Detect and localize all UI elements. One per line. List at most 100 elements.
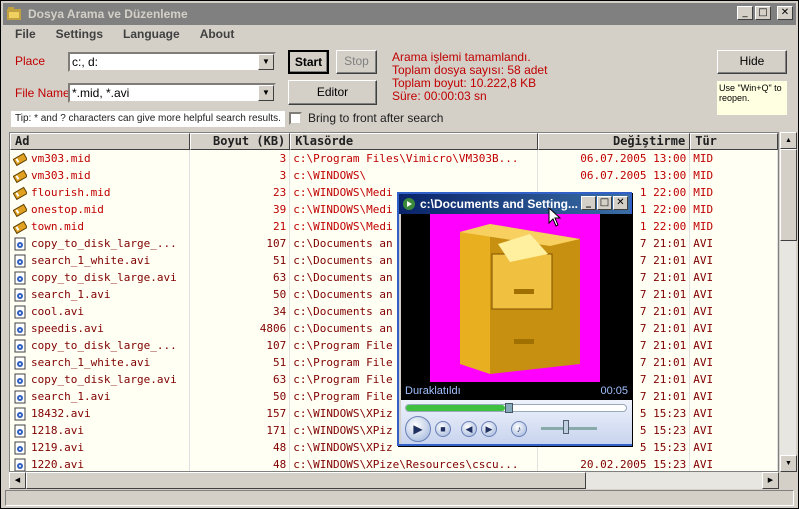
- cell-type: AVI: [690, 388, 778, 405]
- volume-handle[interactable]: [563, 420, 570, 434]
- menu-settings[interactable]: Settings: [44, 26, 111, 43]
- speaker-icon[interactable]: ♪: [511, 421, 527, 437]
- cell-type: AVI: [690, 371, 778, 388]
- video-file-icon: [14, 339, 26, 352]
- cell-date: 06.07.2005 13:00: [538, 167, 691, 184]
- table-row[interactable]: copy_to_disk_large.avi 63 c:\Documents an 7…: [10, 269, 778, 286]
- table-row[interactable]: search_1_white.avi 51 c:\Program File 7 21:…: [10, 354, 778, 371]
- table-row[interactable]: search_1.avi 50 c:\Program File 7 21:01 AVI: [10, 388, 778, 405]
- search-status: Arama işlemi tamamlandı. Toplam dosya sa…: [392, 51, 547, 103]
- cell-type: AVI: [690, 320, 778, 337]
- bring-front-label: Bring to front after search: [308, 111, 444, 125]
- column-header-type[interactable]: Tür: [690, 133, 778, 150]
- stop-icon[interactable]: ■: [435, 421, 451, 437]
- title-bar[interactable]: Dosya Arama ve Düzenleme _ □ ✕: [3, 3, 796, 25]
- column-header-size[interactable]: Boyut (KB): [189, 133, 291, 150]
- chevron-down-icon[interactable]: ▼: [258, 85, 274, 101]
- table-row[interactable]: flourish.mid 23 c:\WINDOWS\Medi 1 22:00 MID: [10, 184, 778, 201]
- file-name: 1219.avi: [31, 441, 84, 454]
- file-name: 1218.avi: [31, 424, 84, 437]
- table-row[interactable]: 1219.avi 48 c:\WINDOWS\XPiz 5 15:23 AVI: [10, 439, 778, 456]
- cell-name: copy_to_disk_large_...: [10, 235, 190, 252]
- chevron-down-icon[interactable]: ▼: [258, 54, 274, 70]
- menu-about[interactable]: About: [188, 26, 243, 43]
- table-row[interactable]: vm303.mid 3 c:\WINDOWS\ 06.07.2005 13:00 MID: [10, 167, 778, 184]
- hide-button[interactable]: Hide: [717, 50, 787, 74]
- checkbox-box[interactable]: [289, 111, 302, 125]
- previous-icon[interactable]: ◀: [461, 421, 477, 437]
- editor-button[interactable]: Editor: [288, 80, 377, 105]
- place-value: c:, d:: [72, 55, 99, 69]
- bring-front-checkbox[interactable]: Bring to front after search: [289, 111, 443, 125]
- video-frame: [430, 214, 600, 382]
- cell-date: 06.07.2005 13:00: [538, 150, 691, 167]
- scroll-up-icon[interactable]: ▲: [780, 132, 797, 149]
- scroll-thumb[interactable]: [780, 149, 797, 241]
- search-tip: Tip: * and ? characters can give more he…: [11, 111, 285, 127]
- video-area[interactable]: [401, 214, 632, 382]
- table-body: vm303.mid 3 c:\Program Files\Vimicro\VM303…: [10, 150, 778, 471]
- table-row[interactable]: cool.avi 34 c:\Documents an 7 21:01 AVI: [10, 303, 778, 320]
- column-header-name[interactable]: Ad: [10, 133, 190, 150]
- minimize-button[interactable]: _: [737, 6, 753, 20]
- filename-label: File Name: [15, 86, 70, 100]
- cell-type: MID: [690, 218, 778, 235]
- seek-bar[interactable]: [405, 403, 627, 413]
- stop-button[interactable]: Stop: [336, 50, 377, 74]
- cell-size: 34: [190, 303, 291, 320]
- file-name: copy_to_disk_large_...: [31, 339, 177, 352]
- close-button[interactable]: ✕: [777, 6, 793, 20]
- table-row[interactable]: 1218.avi 171 c:\WINDOWS\XPiz 5 15:23 AVI: [10, 422, 778, 439]
- play-button[interactable]: ▶: [405, 416, 431, 442]
- table-row[interactable]: onestop.mid 39 c:\WINDOWS\Medi 1 22:00 MID: [10, 201, 778, 218]
- vertical-scrollbar[interactable]: ▲ ▼: [779, 132, 797, 472]
- player-maximize-button[interactable]: □: [597, 196, 612, 210]
- table-row[interactable]: search_1.avi 50 c:\Documents an 7 21:01 AVI: [10, 286, 778, 303]
- cell-name: flourish.mid: [10, 184, 190, 201]
- player-close-button[interactable]: ✕: [613, 196, 628, 210]
- window-title: Dosya Arama ve Düzenleme: [28, 7, 188, 21]
- table-row[interactable]: speedis.avi 4806 c:\Documents an 7 21:01 AVI: [10, 320, 778, 337]
- player-title-bar[interactable]: c:\Documents and Setting... _ □ ✕: [399, 194, 630, 214]
- table-row[interactable]: town.mid 21 c:\WINDOWS\Medi 1 22:00 MID: [10, 218, 778, 235]
- scroll-down-icon[interactable]: ▼: [780, 455, 797, 472]
- cell-size: 171: [190, 422, 291, 439]
- media-player-window[interactable]: c:\Documents and Setting... _ □ ✕ Durakl…: [397, 192, 632, 446]
- column-header-dir[interactable]: Klasörde: [290, 133, 538, 150]
- cell-date: 20.02.2005 15:23: [538, 456, 691, 471]
- table-row[interactable]: 18432.avi 157 c:\WINDOWS\XPiz 5 15:23 AVI: [10, 405, 778, 422]
- video-file-icon: [14, 424, 26, 437]
- menu-file[interactable]: File: [3, 26, 44, 43]
- cell-type: AVI: [690, 286, 778, 303]
- table-row[interactable]: copy_to_disk_large_... 107 c:\Documents an…: [10, 235, 778, 252]
- cell-name: search_1.avi: [10, 388, 190, 405]
- scroll-thumb[interactable]: [26, 472, 586, 489]
- menu-language[interactable]: Language: [111, 26, 188, 43]
- column-header-date[interactable]: Değiştirme: [537, 133, 691, 150]
- cell-size: 63: [190, 269, 291, 286]
- cell-size: 63: [190, 371, 291, 388]
- file-name: 18432.avi: [31, 407, 91, 420]
- horizontal-scrollbar[interactable]: ◀ ▶: [9, 472, 779, 489]
- scroll-right-icon[interactable]: ▶: [762, 472, 779, 489]
- place-combo[interactable]: c:, d: ▼: [68, 52, 276, 72]
- cell-name: search_1_white.avi: [10, 252, 190, 269]
- file-name: copy_to_disk_large.avi: [31, 373, 177, 386]
- player-minimize-button[interactable]: _: [581, 196, 596, 210]
- cell-dir: c:\WINDOWS\: [290, 167, 538, 184]
- table-row[interactable]: vm303.mid 3 c:\Program Files\Vimicro\VM303…: [10, 150, 778, 167]
- video-file-icon: [14, 407, 26, 420]
- cell-type: AVI: [690, 303, 778, 320]
- filename-combo[interactable]: *.mid, *.avi ▼: [68, 83, 276, 103]
- maximize-button[interactable]: □: [755, 6, 771, 20]
- cell-type: MID: [690, 201, 778, 218]
- next-icon[interactable]: ▶: [481, 421, 497, 437]
- table-row[interactable]: 1220.avi 48 c:\WINDOWS\XPize\Resources\csc…: [10, 456, 778, 471]
- seek-handle[interactable]: [505, 403, 513, 413]
- table-row[interactable]: copy_to_disk_large.avi 63 c:\Program File 7…: [10, 371, 778, 388]
- table-row[interactable]: search_1_white.avi 51 c:\Documents an 7 21:…: [10, 252, 778, 269]
- table-row[interactable]: copy_to_disk_large_... 107 c:\Program File…: [10, 337, 778, 354]
- scroll-left-icon[interactable]: ◀: [9, 472, 26, 489]
- start-button[interactable]: Start: [288, 50, 329, 74]
- cell-type: AVI: [690, 439, 778, 456]
